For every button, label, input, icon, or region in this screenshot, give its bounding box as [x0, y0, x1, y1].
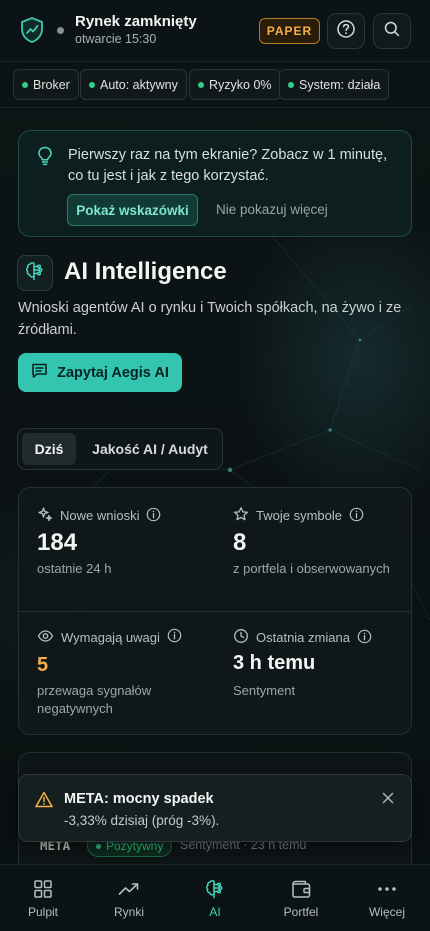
toast-body: -3,33% dzisiaj (próg -3%). — [64, 813, 220, 828]
status-dot — [198, 81, 204, 88]
tab-today[interactable]: Dziś — [22, 433, 76, 465]
top-bar: Rynek zamknięty otwarcie 15:30 PAPER — [0, 0, 430, 62]
stat-value-last-change: 3 h temu — [233, 652, 316, 674]
ask-button-label: Zapytaj Aegis AI — [57, 364, 169, 381]
nav-item-more[interactable]: Więcej — [344, 865, 430, 931]
brain-icon — [24, 260, 46, 287]
stats-divider — [19, 611, 411, 612]
help-button[interactable] — [327, 13, 365, 49]
nav-label: Więcej — [368, 905, 405, 919]
info-icon[interactable] — [357, 629, 372, 647]
stat-header-needs-attention: Wymagają uwagi — [37, 628, 182, 646]
grid-icon — [33, 878, 53, 900]
eye-icon — [37, 629, 54, 646]
status-pill-auto[interactable]: Auto: aktywny — [80, 69, 187, 100]
info-icon[interactable] — [349, 507, 364, 525]
clock-icon — [233, 628, 249, 647]
stat-header-new-insights: Nowe wnioski — [37, 506, 161, 525]
stat-value-needs-attention: 5 — [37, 654, 49, 676]
warning-triangle-icon — [35, 791, 53, 813]
stat-label: Twoje symbole — [256, 508, 342, 523]
stat-label: Ostatnia zmiana — [256, 630, 350, 645]
search-icon — [383, 20, 401, 43]
nav-label: Portfel — [283, 905, 319, 919]
stat-value-new-insights: 184 — [37, 529, 78, 556]
nav-item-portfolio[interactable]: Portfel — [258, 865, 344, 931]
tab-ai-quality-audit[interactable]: Jakość AI / Audyt — [80, 433, 220, 465]
shield-chart-icon[interactable] — [16, 14, 48, 46]
stat-sub-new-insights: ostatnie 24 h — [37, 561, 112, 576]
dont-show-again-link[interactable]: Nie pokazuj więcej — [216, 202, 328, 217]
sparkles-icon — [37, 506, 53, 525]
status-dot — [22, 81, 28, 88]
status-pill-system[interactable]: System: działa — [279, 69, 390, 100]
status-dot — [89, 81, 95, 88]
bottom-navigation: Pulpit Rynki AI Portfel Więcej — [0, 864, 430, 931]
status-pill-risk[interactable]: Ryzyko 0% — [189, 69, 281, 100]
status-pill-label: System: działa — [299, 77, 381, 92]
ai-section-icon-box — [17, 255, 53, 291]
status-dot — [96, 843, 101, 849]
toast-title: META: mocny spadek — [64, 791, 214, 807]
nav-label: Pulpit — [27, 905, 59, 919]
stat-value-your-symbols: 8 — [233, 529, 247, 556]
market-status-title: Rynek zamknięty — [75, 13, 197, 30]
alert-toast[interactable]: META: mocny spadek -3,33% dzisiaj (próg … — [18, 774, 412, 842]
status-pill-broker[interactable]: Broker — [13, 69, 79, 100]
nav-item-dashboard[interactable]: Pulpit — [0, 865, 86, 931]
status-pill-label: Auto: aktywny — [100, 77, 178, 92]
hint-text: Pierwszy raz na tym ekranie? Zobacz w 1 … — [68, 147, 388, 184]
trend-up-icon — [118, 878, 140, 900]
more-dots-icon — [377, 878, 397, 900]
close-icon[interactable] — [379, 789, 397, 807]
market-open-time: otwarcie 15:30 — [75, 32, 157, 46]
stat-sub-needs-attention: przewaga sygnałów negatywnych — [37, 683, 152, 716]
page-description: Wnioski agentów AI o rynku i Twoich spół… — [18, 300, 402, 338]
market-status-dot — [57, 27, 64, 34]
brain-icon — [204, 878, 226, 900]
view-tabs: Dziś Jakość AI / Audyt — [17, 428, 223, 470]
nav-label: Rynki — [113, 905, 144, 919]
lightbulb-icon — [37, 146, 53, 171]
stat-header-your-symbols: Twoje symbole — [233, 506, 364, 525]
stats-grid: Nowe wnioski 184 ostatnie 24 h Twoje sym… — [18, 487, 412, 735]
status-dot — [288, 81, 294, 88]
stat-label: Nowe wnioski — [60, 508, 140, 523]
info-icon[interactable] — [167, 628, 182, 646]
stat-sub-last-change: Sentyment — [233, 683, 296, 698]
system-status-bar: Broker Auto: aktywny Ryzyko 0% System: d… — [0, 62, 430, 108]
onboarding-hint-card: Pierwszy raz na tym ekranie? Zobacz w 1 … — [18, 130, 412, 237]
paper-mode-badge[interactable]: PAPER — [259, 18, 320, 44]
ask-aegis-ai-button[interactable]: Zapytaj Aegis AI — [18, 353, 182, 392]
status-pill-label: Broker — [33, 77, 70, 92]
question-circle-icon — [336, 19, 356, 44]
search-button[interactable] — [373, 13, 411, 49]
chat-icon — [31, 362, 48, 383]
stat-header-last-change: Ostatnia zmiana — [233, 628, 372, 647]
stat-sub-your-symbols: z portfela i obserwowanych — [233, 561, 390, 576]
wallet-icon — [291, 878, 312, 900]
stat-label: Wymagają uwagi — [61, 629, 160, 645]
show-tips-button[interactable]: Pokaż wskazówki — [67, 194, 198, 226]
page-title: AI Intelligence — [64, 258, 227, 285]
nav-item-ai[interactable]: AI — [172, 865, 258, 931]
nav-item-markets[interactable]: Rynki — [86, 865, 172, 931]
status-pill-label: Ryzyko 0% — [209, 77, 272, 92]
info-icon[interactable] — [146, 507, 161, 525]
star-icon — [233, 506, 249, 525]
nav-label: AI — [209, 905, 221, 919]
